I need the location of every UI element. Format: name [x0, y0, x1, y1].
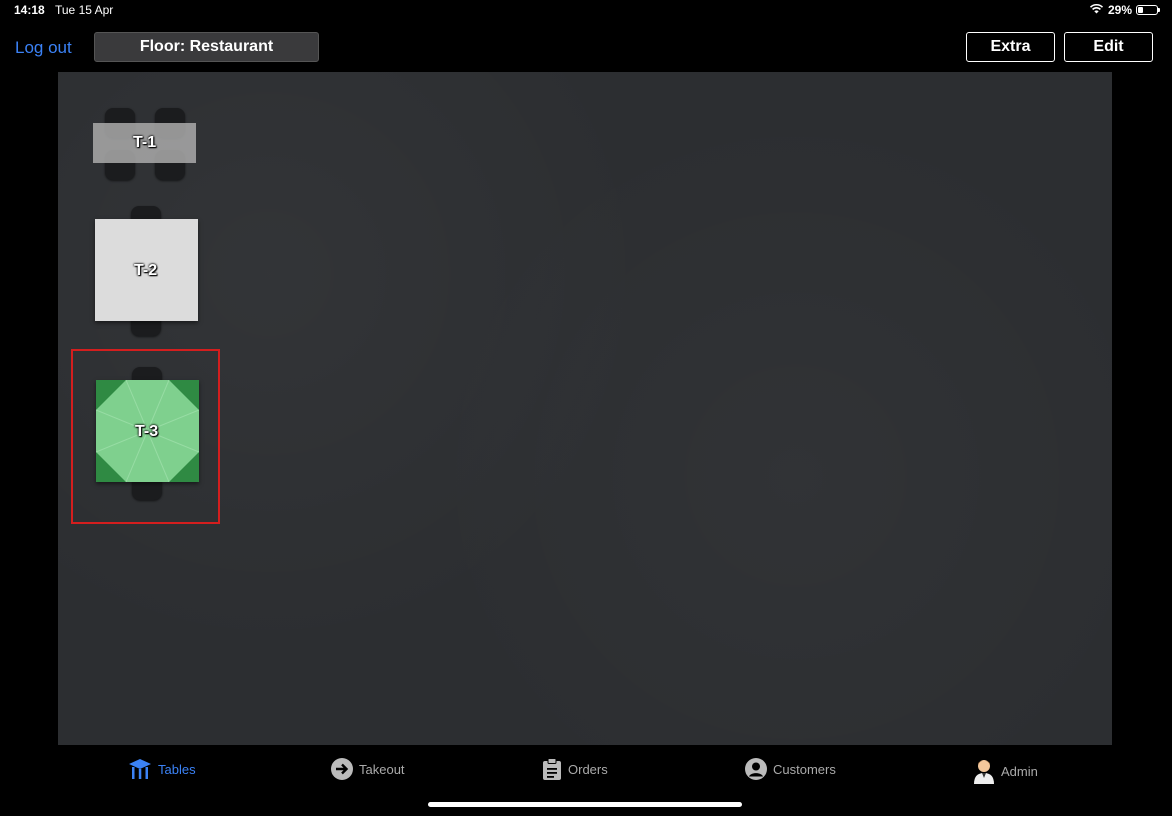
home-indicator[interactable] — [428, 802, 742, 807]
tab-label: Tables — [158, 761, 196, 777]
status-bar: 14:18 Tue 15 Apr 29% — [0, 0, 1172, 20]
clipboard-icon — [542, 758, 562, 781]
battery-fill — [1138, 7, 1143, 13]
arrow-right-circle-icon — [331, 758, 353, 780]
logout-button[interactable]: Log out — [15, 38, 72, 58]
tab-customers[interactable]: Customers — [745, 758, 836, 780]
status-date: Tue 15 Apr — [55, 3, 114, 17]
tab-label: Customers — [773, 761, 836, 777]
tab-label: Orders — [568, 762, 608, 777]
selection-highlight — [71, 349, 220, 524]
wifi-icon — [1089, 3, 1104, 17]
user-circle-icon — [745, 758, 767, 780]
floor-selector-button[interactable]: Floor: Restaurant — [94, 32, 319, 62]
battery-percent: 29% — [1107, 3, 1132, 17]
table-label: T-1 — [133, 134, 157, 151]
tab-orders[interactable]: Orders — [542, 758, 608, 781]
extra-button[interactable]: Extra — [966, 32, 1055, 62]
tab-admin[interactable]: Admin — [973, 758, 1038, 784]
table-icon — [128, 758, 152, 780]
tab-tables[interactable]: Tables — [128, 758, 196, 780]
edit-button[interactable]: Edit — [1064, 32, 1153, 62]
tab-label: Takeout — [359, 761, 405, 777]
table-label: T-2 — [134, 262, 158, 279]
status-time: 14:18 — [14, 3, 45, 17]
battery-icon — [1136, 5, 1160, 15]
admin-person-icon — [973, 758, 995, 784]
status-indicators: 29% — [1089, 3, 1160, 17]
floor-plan: T-1 T-2 T-3 — [58, 72, 1112, 745]
tab-label: Admin — [1001, 763, 1038, 779]
tab-takeout[interactable]: Takeout — [331, 758, 405, 780]
